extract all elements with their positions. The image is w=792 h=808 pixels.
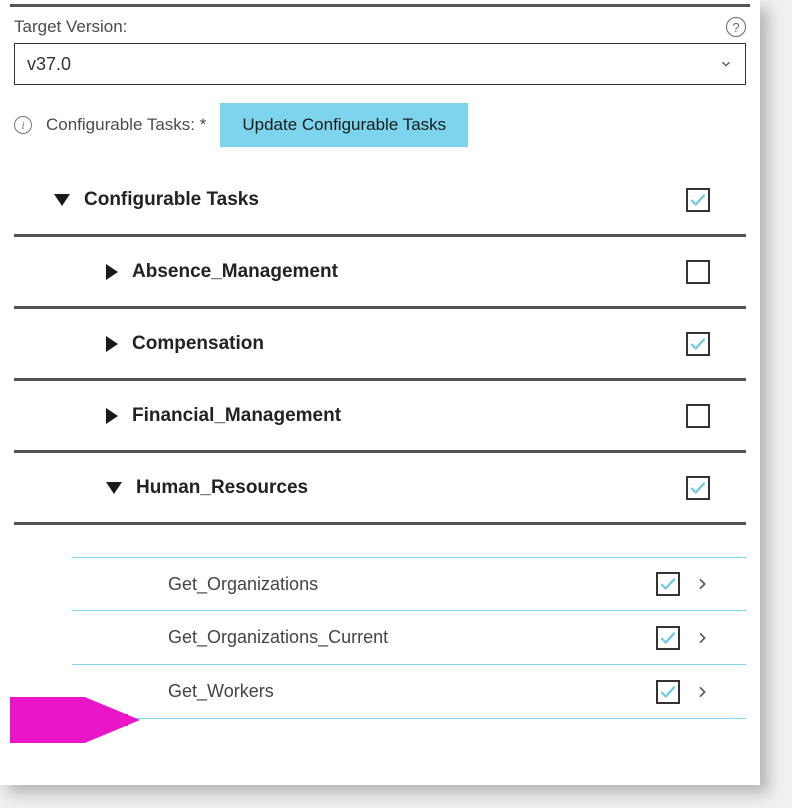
target-version-select[interactable]: v37.0	[14, 43, 746, 85]
leaf-label: Get_Organizations_Current	[168, 627, 388, 648]
caret-right-icon[interactable]	[106, 408, 118, 424]
tree-item-checkbox[interactable]	[686, 404, 710, 428]
leaf-get-organizations-current[interactable]: Get_Organizations_Current	[72, 611, 746, 665]
caret-down-icon[interactable]	[106, 482, 122, 494]
tree-item-label: Absence_Management	[132, 261, 338, 283]
leaf-checkbox[interactable]	[656, 626, 680, 650]
tree-root-label: Configurable Tasks	[84, 189, 259, 211]
tree-item-label: Compensation	[132, 333, 264, 355]
leaf-checkbox[interactable]	[656, 680, 680, 704]
leaf-checkbox[interactable]	[656, 572, 680, 596]
help-icon[interactable]: ?	[726, 17, 746, 37]
chevron-down-icon	[719, 57, 733, 71]
chevron-right-icon[interactable]	[694, 680, 710, 704]
tree-item-checkbox[interactable]	[686, 476, 710, 500]
tree-root-row[interactable]: Configurable Tasks	[14, 165, 746, 237]
chevron-right-icon[interactable]	[694, 572, 710, 596]
config-panel: Target Version: ? v37.0 i Configurable T…	[0, 0, 760, 785]
tree-item-human-resources[interactable]: Human_Resources	[14, 453, 746, 525]
caret-right-icon[interactable]	[106, 336, 118, 352]
tree-item-checkbox[interactable]	[686, 260, 710, 284]
configurable-tasks-label: Configurable Tasks: *	[46, 115, 206, 135]
info-icon: i	[14, 116, 32, 134]
task-tree: Configurable Tasks Absence_Management	[0, 165, 760, 719]
target-version-value: v37.0	[27, 54, 71, 75]
tree-item-financial-management[interactable]: Financial_Management	[14, 381, 746, 453]
tree-item-label: Financial_Management	[132, 405, 341, 427]
update-configurable-tasks-button[interactable]: Update Configurable Tasks	[220, 103, 468, 147]
tree-item-checkbox[interactable]	[686, 332, 710, 356]
tree-item-compensation[interactable]: Compensation	[14, 309, 746, 381]
leaf-label: Get_Organizations	[168, 574, 318, 595]
leaf-label: Get_Workers	[168, 681, 274, 702]
leaf-get-workers[interactable]: Get_Workers	[72, 665, 746, 719]
leaf-get-organizations[interactable]: Get_Organizations	[72, 557, 746, 611]
tree-item-absence-management[interactable]: Absence_Management	[14, 237, 746, 309]
chevron-right-icon[interactable]	[694, 626, 710, 650]
human-resources-leafs: Get_Organizations Get_Organizations_Curr…	[72, 557, 746, 719]
tree-root-checkbox[interactable]	[686, 188, 710, 212]
caret-down-icon[interactable]	[54, 194, 70, 206]
caret-right-icon[interactable]	[106, 264, 118, 280]
tree-item-label: Human_Resources	[136, 477, 308, 499]
target-version-label: Target Version:	[14, 17, 127, 37]
